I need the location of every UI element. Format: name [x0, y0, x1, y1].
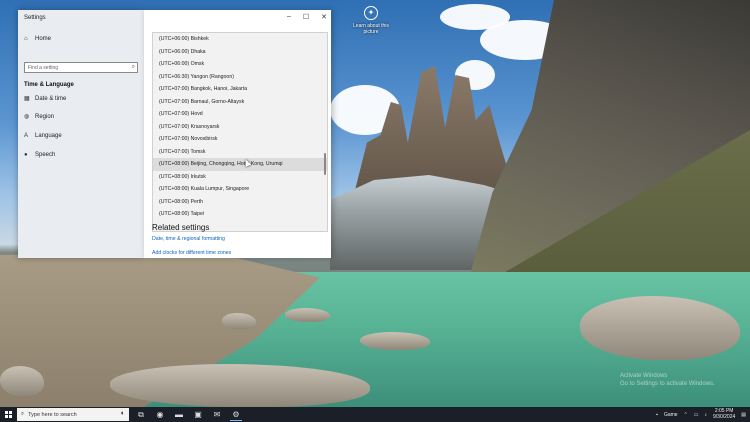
time-zone-option[interactable]: (UTC+07:00) Novosibirsk	[153, 133, 327, 146]
time-zone-option[interactable]: (UTC+08:00) Perth	[153, 196, 327, 209]
globe-icon: ◍	[24, 114, 30, 120]
search-icon: ⌕	[131, 64, 135, 70]
settings-content-pane: – ☐ ✕ (UTC+06:00) Bishkek (UTC+06:00) Dha…	[144, 10, 331, 258]
clock-date: 9/30/2024	[713, 413, 736, 420]
find-setting-input[interactable]: Find a setting ⌕	[24, 62, 138, 73]
settings-app-icon[interactable]: ⚙	[230, 409, 242, 421]
time-zone-option[interactable]: (UTC+07:00) Barnaul, Gorno-Altaysk	[153, 96, 327, 109]
nav-label: Region	[35, 114, 55, 120]
window-title: Settings	[24, 15, 46, 21]
time-zone-dropdown-list[interactable]: (UTC+06:00) Bishkek (UTC+06:00) Dhaka (UTC…	[152, 32, 328, 232]
notification-icon[interactable]: ▤	[741, 412, 746, 418]
minimize-button[interactable]: –	[287, 13, 291, 21]
file-explorer-icon[interactable]: ▬	[173, 409, 185, 421]
microphone-icon: ●	[24, 152, 28, 158]
time-zone-option[interactable]: (UTC+07:00) Krasnoyarsk	[153, 121, 327, 134]
learn-about-picture-desktop-icon[interactable]: ✦ Learn about this picture	[352, 6, 390, 35]
language-icon: A	[24, 133, 29, 139]
nav-language[interactable]: A Language	[24, 133, 62, 139]
boulder	[0, 366, 44, 396]
cortana-icon[interactable]: ◐	[121, 410, 125, 417]
game-tray-icon[interactable]: ▪	[656, 412, 658, 418]
time-zone-option[interactable]: (UTC+08:00) Irkutsk	[153, 171, 327, 184]
nav-date-time[interactable]: ▦ Date & time	[24, 96, 66, 102]
system-tray: ▪ Game ⌃ ▭ ♪ 2:05 PM 9/30/2024 ▤	[656, 407, 746, 422]
related-settings-heading: Related settings	[152, 223, 210, 232]
nav-label: Date & time	[35, 96, 67, 102]
windows-logo-icon	[4, 411, 12, 418]
scrollbar-track[interactable]	[323, 35, 326, 231]
boulder	[285, 308, 330, 322]
chevron-up-icon[interactable]: ⌃	[684, 412, 688, 418]
taskbar-search-box[interactable]: ⌕ Type here to search ◐	[17, 408, 129, 421]
close-button[interactable]: ✕	[321, 13, 327, 21]
nav-home-label: Home	[35, 36, 52, 42]
time-zone-option[interactable]: (UTC+06:00) Dhaka	[153, 46, 327, 59]
time-zone-option[interactable]: (UTC+06:00) Bishkek	[153, 33, 327, 46]
activation-watermark: Activate Windows Go to Settings to activ…	[620, 372, 715, 388]
scrollbar-thumb[interactable]	[324, 153, 326, 175]
time-zone-option[interactable]: (UTC+08:00) Taipei	[153, 208, 327, 221]
home-icon: ⌂	[24, 36, 28, 42]
search-placeholder: Find a setting	[28, 65, 59, 71]
tray-app-label[interactable]: Game	[664, 412, 678, 418]
task-view-icon[interactable]: ⧉	[135, 409, 147, 421]
boulder	[110, 364, 370, 407]
nav-label: Language	[35, 133, 62, 139]
calendar-clock-icon: ▦	[24, 96, 30, 102]
clock[interactable]: 2:05 PM 9/30/2024	[713, 408, 736, 420]
nav-label: Speech	[35, 152, 56, 158]
time-zone-option-selected[interactable]: (UTC+08:00) Beijing, Chongqing, Hong Kon…	[153, 158, 327, 171]
store-icon[interactable]: ▣	[192, 409, 204, 421]
time-zone-option[interactable]: (UTC+08:00) Kuala Lumpur, Singapore	[153, 183, 327, 196]
boulder	[360, 332, 430, 350]
edge-icon[interactable]: ◉	[154, 409, 166, 421]
start-button[interactable]	[0, 407, 16, 422]
time-zone-option[interactable]: (UTC+07:00) Hovd	[153, 108, 327, 121]
watermark-line: Go to Settings to activate Windows.	[620, 381, 715, 387]
taskbar: ⌕ Type here to search ◐ ⧉ ◉ ▬ ▣ ✉ ⚙ ▪ Game ⌃ …	[0, 407, 750, 422]
desktop-icon-label: Learn about this picture	[353, 23, 389, 35]
volume-icon[interactable]: ♪	[705, 412, 708, 418]
network-icon[interactable]: ▭	[694, 412, 699, 418]
taskbar-app-icons: ⧉ ◉ ▬ ▣ ✉ ⚙	[135, 409, 242, 421]
regional-formatting-link[interactable]: Date, time & regional formatting	[152, 236, 225, 242]
settings-window: Settings ⌂ Home Find a setting ⌕ Time & …	[18, 10, 144, 258]
taskbar-search-placeholder: Type here to search	[28, 411, 77, 418]
maximize-button[interactable]: ☐	[303, 13, 309, 21]
add-clocks-link[interactable]: Add clocks for different time zones	[152, 250, 231, 256]
camera-icon: ✦	[364, 6, 378, 20]
time-zone-option[interactable]: (UTC+06:30) Yangon (Rangoon)	[153, 71, 327, 84]
boulder	[222, 313, 256, 329]
search-icon: ⌕	[21, 411, 25, 417]
time-zone-option[interactable]: (UTC+07:00) Bangkok, Hanoi, Jakarta	[153, 83, 327, 96]
window-controls: – ☐ ✕	[287, 13, 327, 21]
mail-icon[interactable]: ✉	[211, 409, 223, 421]
time-zone-option[interactable]: (UTC+07:00) Tomsk	[153, 146, 327, 159]
section-heading: Time & Language	[24, 82, 74, 88]
nav-speech[interactable]: ● Speech	[24, 152, 55, 158]
time-zone-option[interactable]: (UTC+06:00) Omsk	[153, 58, 327, 71]
nav-home[interactable]: ⌂ Home	[24, 36, 51, 42]
watermark-line: Activate Windows	[620, 373, 668, 379]
nav-region[interactable]: ◍ Region	[24, 114, 54, 120]
